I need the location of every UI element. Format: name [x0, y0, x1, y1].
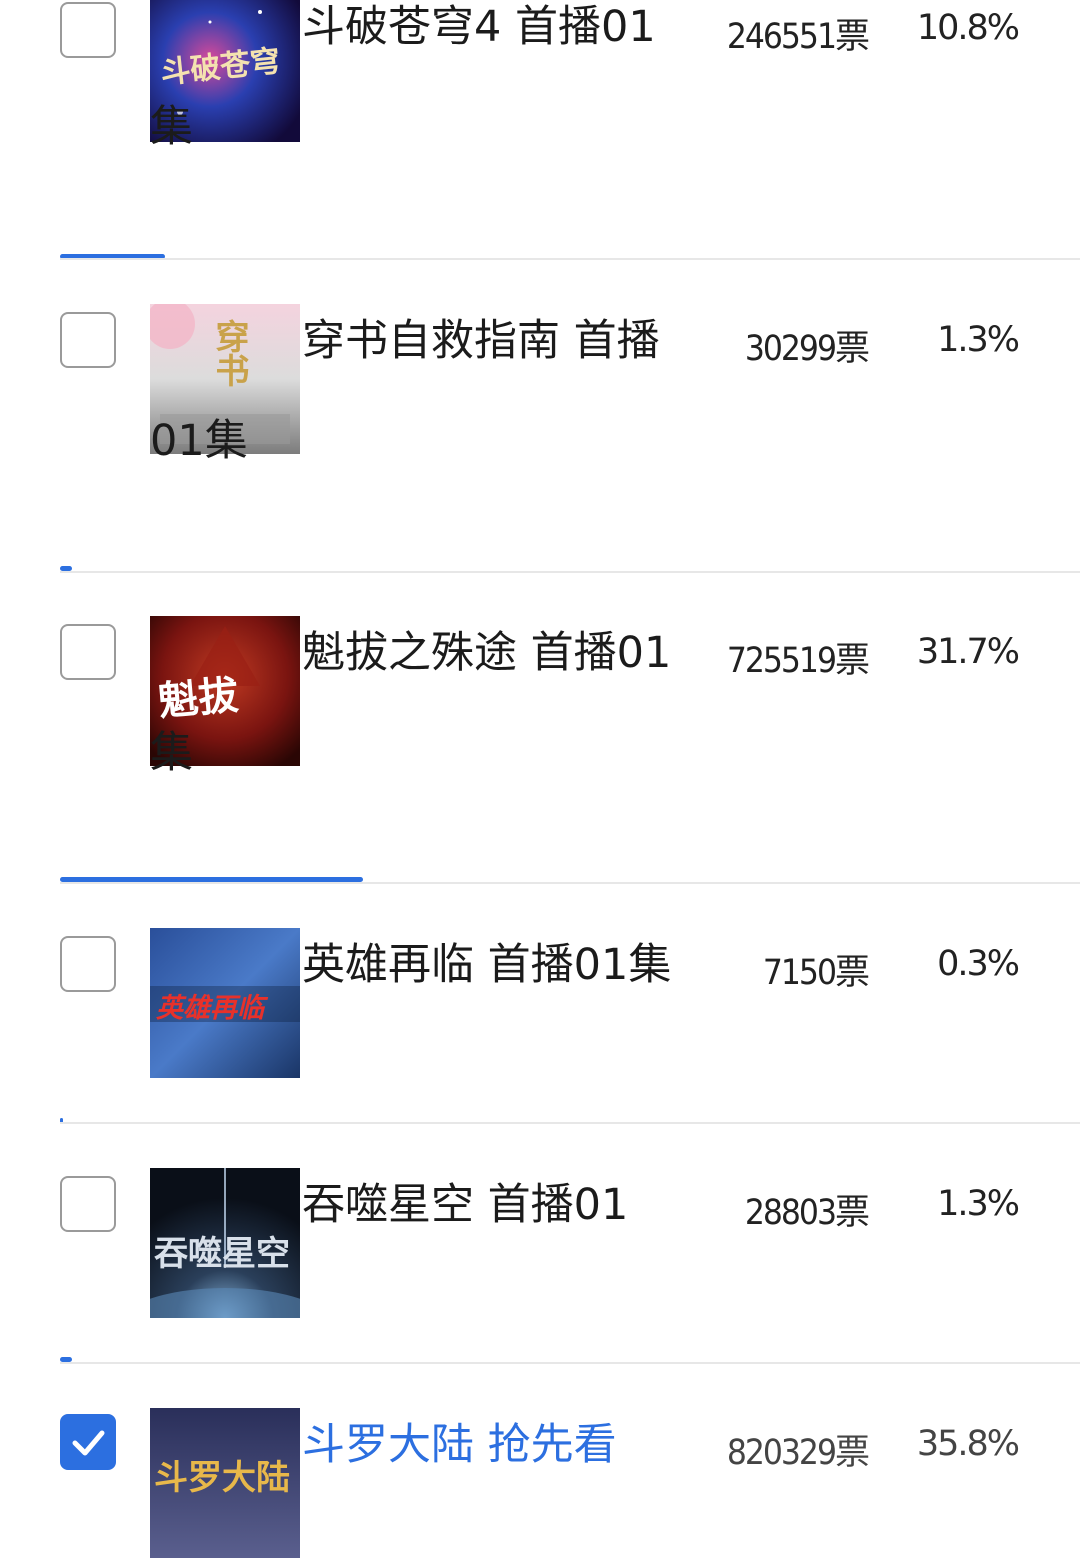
title-line: 斗破苍穹4 首播01 — [302, 2, 656, 52]
item-title: 英雄再临 首播01集 — [302, 888, 722, 1043]
vote-count: 725519票 — [726, 641, 870, 681]
divider — [60, 571, 1080, 573]
vote-percent: 10.8% — [916, 8, 1020, 48]
item-title: 斗罗大陆 抢先看 — [302, 1368, 722, 1523]
vote-count: 30299票 — [744, 329, 870, 369]
title-line-wrap: 集 — [150, 728, 193, 778]
cover-title: 吞噬星空 — [154, 1234, 290, 1274]
cover-title: 斗罗大陆 — [154, 1458, 290, 1498]
vote-count: 28803票 — [744, 1193, 870, 1233]
vote-percent: 1.3% — [937, 320, 1020, 360]
item-title: 斗破苍穹4 首播01 集 — [150, 0, 722, 152]
title-line-wrap: 01集 — [150, 416, 248, 466]
checkbox[interactable] — [60, 2, 116, 58]
checkbox[interactable] — [60, 1176, 116, 1232]
vote-percent: 1.3% — [937, 1184, 1020, 1224]
checkbox[interactable] — [60, 312, 116, 368]
checkbox[interactable] — [60, 624, 116, 680]
divider — [60, 1122, 1080, 1124]
title-line: 斗罗大陆 抢先看 — [302, 1420, 617, 1470]
title-line-wrap: 集 — [150, 102, 193, 152]
item-title: 魁拔之殊途 首播01 集 — [150, 576, 722, 778]
vote-count: 246551票 — [726, 17, 870, 57]
title-line: 穿书自救指南 首播 — [302, 316, 660, 366]
divider — [60, 258, 1080, 260]
divider — [60, 1362, 1080, 1364]
cover-image: 吞噬星空 — [150, 1168, 300, 1318]
title-line: 英雄再临 首播01集 — [302, 940, 672, 990]
check-icon — [72, 1430, 105, 1456]
cover-title: 穿书 — [209, 319, 249, 387]
vote-percent: 0.3% — [937, 944, 1020, 984]
cover-image: 英雄再临 — [150, 928, 300, 1078]
vote-percent: 31.7% — [916, 632, 1020, 672]
checkbox-checked[interactable] — [60, 1414, 116, 1470]
vote-percent: 35.8% — [916, 1424, 1020, 1464]
title-line: 吞噬星空 首播01 — [302, 1180, 629, 1230]
vote-count: 7150票 — [762, 953, 870, 993]
title-line: 魁拔之殊途 首播01 — [302, 628, 672, 678]
item-title: 吞噬星空 首播01 — [302, 1128, 722, 1283]
cover-image: 斗罗大陆 — [150, 1408, 300, 1558]
cover-title: 魁拔 — [156, 671, 241, 726]
vote-count: 820329票 — [726, 1433, 870, 1473]
item-title: 穿书自救指南 首播 01集 — [150, 264, 722, 466]
cover-title: 英雄再临 — [156, 993, 264, 1024]
checkbox[interactable] — [60, 936, 116, 992]
divider — [60, 882, 1080, 884]
